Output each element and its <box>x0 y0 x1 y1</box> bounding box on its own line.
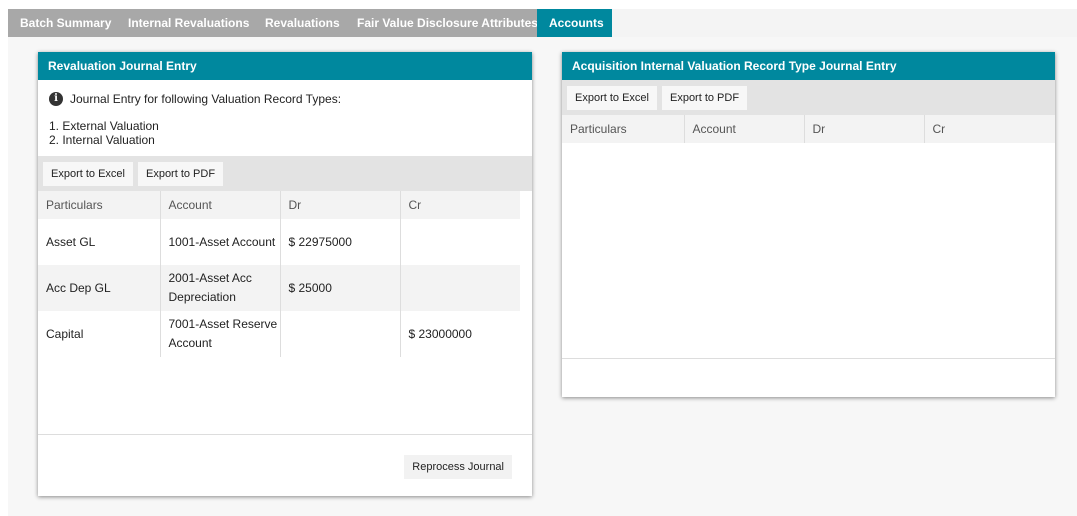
cell-cr <box>400 265 520 311</box>
table-row[interactable]: Acc Dep GL 2001-Asset Acc Depreciation $… <box>38 265 520 311</box>
panel-title: Revaluation Journal Entry <box>38 52 532 80</box>
table-header-row: Particulars Account Dr Cr <box>38 191 520 219</box>
reprocess-journal-button[interactable]: Reprocess Journal <box>404 455 512 479</box>
table-header-row: Particulars Account Dr Cr <box>562 115 1055 143</box>
column-header-cr[interactable]: Cr <box>924 115 1055 143</box>
tab-revaluations[interactable]: Revaluations <box>253 9 352 37</box>
column-header-dr[interactable]: Dr <box>804 115 925 143</box>
info-icon: i <box>49 92 63 106</box>
cell-account: 2001-Asset Acc Depreciation <box>160 265 281 311</box>
tab-fair-value-disclosure-attributes[interactable]: Fair Value Disclosure Attributes <box>345 9 550 37</box>
info-line: i Journal Entry for following Valuation … <box>48 90 532 108</box>
cell-dr <box>280 311 401 357</box>
export-excel-button[interactable]: Export to Excel <box>567 85 657 110</box>
tab-accounts[interactable]: Accounts <box>537 9 612 37</box>
cell-account: 1001-Asset Account <box>160 219 281 265</box>
tab-content: Revaluation Journal Entry i Journal Entr… <box>8 37 1077 516</box>
acquisition-journal-panel: Acquisition Internal Valuation Record Ty… <box>562 52 1055 397</box>
column-header-account[interactable]: Account <box>684 115 805 143</box>
cell-account: 7001-Asset Reserve Account <box>160 311 281 357</box>
revaluation-journal-panel: Revaluation Journal Entry i Journal Entr… <box>38 52 532 496</box>
export-pdf-button[interactable]: Export to PDF <box>137 161 224 186</box>
cell-dr: $ 25000 <box>280 265 401 311</box>
tab-batch-summary[interactable]: Batch Summary <box>8 9 124 37</box>
panel-footer: Reprocess Journal <box>38 434 532 496</box>
table-row[interactable]: Capital 7001-Asset Reserve Account $ 230… <box>38 311 520 357</box>
cell-cr: $ 23000000 <box>408 326 472 341</box>
column-header-cr[interactable]: Cr <box>400 191 520 219</box>
cell-particulars: Capital <box>38 311 161 357</box>
tab-bar: Batch Summary Internal Revaluations Reva… <box>8 9 1077 37</box>
table-row[interactable]: Asset GL 1001-Asset Account $ 22975000 <box>38 219 520 265</box>
cell-particulars: Asset GL <box>38 219 161 265</box>
panel-title: Acquisition Internal Valuation Record Ty… <box>562 52 1055 80</box>
info-text: Journal Entry for following Valuation Re… <box>70 92 342 106</box>
column-header-dr[interactable]: Dr <box>280 191 401 219</box>
cell-cr <box>400 219 520 265</box>
record-type-item: 1. External Valuation <box>49 119 159 133</box>
export-toolbar: Export to Excel Export to PDF <box>562 80 1055 115</box>
export-pdf-button[interactable]: Export to PDF <box>661 85 748 110</box>
column-header-account[interactable]: Account <box>160 191 281 219</box>
tab-internal-revaluations[interactable]: Internal Revaluations <box>116 9 262 37</box>
export-toolbar: Export to Excel Export to PDF <box>38 156 532 191</box>
journal-table: Particulars Account Dr Cr <box>562 115 1055 143</box>
cell-particulars: Acc Dep GL <box>38 265 161 311</box>
column-header-particulars[interactable]: Particulars <box>38 191 161 219</box>
journal-table: Particulars Account Dr Cr Asset GL 1001-… <box>38 191 520 357</box>
record-types-list: 1. External Valuation 2. Internal Valuat… <box>48 119 532 147</box>
export-excel-button[interactable]: Export to Excel <box>43 161 133 186</box>
info-section: i Journal Entry for following Valuation … <box>38 80 532 156</box>
cell-dr: $ 22975000 <box>280 219 401 265</box>
column-header-particulars[interactable]: Particulars <box>562 115 685 143</box>
panel-footer <box>562 358 1055 397</box>
record-type-item: 2. Internal Valuation <box>49 133 155 147</box>
